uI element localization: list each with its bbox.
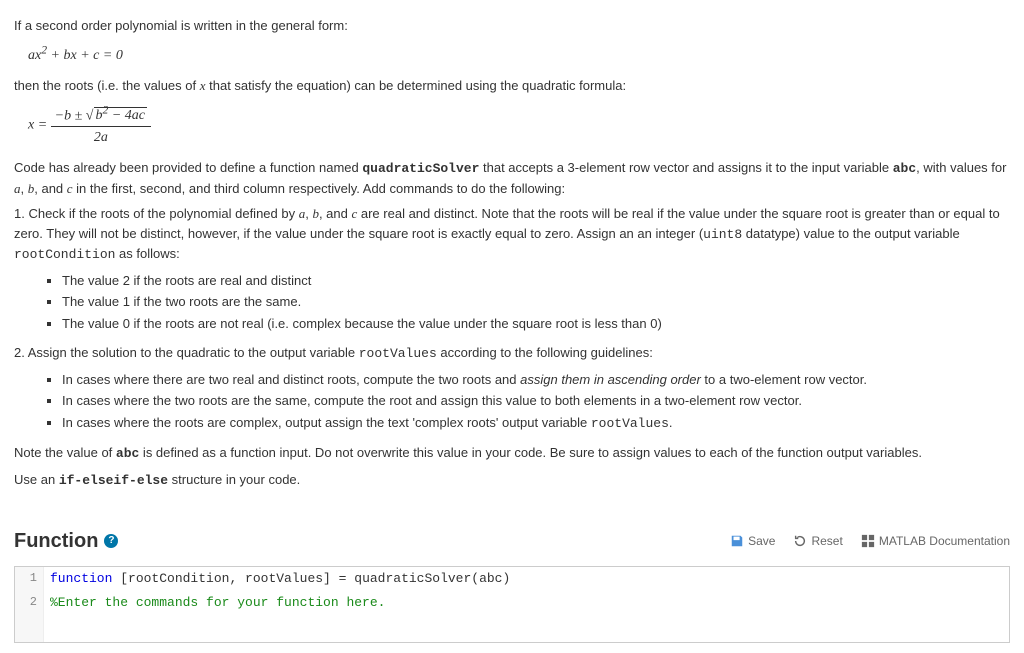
code-line[interactable]: 2 %Enter the commands for your function … bbox=[15, 591, 1009, 615]
use-structure: Use an if-elseif-else structure in your … bbox=[14, 470, 1010, 491]
list-item: In cases where the two roots are the sam… bbox=[62, 391, 1010, 411]
save-button[interactable]: Save bbox=[730, 532, 775, 550]
grid-icon bbox=[861, 534, 875, 548]
function-heading: Function ? bbox=[14, 526, 118, 556]
code-editor[interactable]: 1 function [rootCondition, rootValues] =… bbox=[14, 566, 1010, 643]
list-item: In cases where there are two real and di… bbox=[62, 370, 1010, 390]
action-bar: Save Reset MATLAB Documentation bbox=[730, 532, 1010, 550]
intro-line-1: If a second order polynomial is written … bbox=[14, 16, 1010, 36]
bullet-list-2: In cases where there are two real and di… bbox=[14, 370, 1010, 434]
question-1: 1. Check if the roots of the polynomial … bbox=[14, 204, 1010, 265]
equation-quadratic-formula: x = −b ± √b2 − 4ac 2a bbox=[28, 102, 1010, 149]
question-2: 2. Assign the solution to the quadratic … bbox=[14, 343, 1010, 364]
function-section-header: Function ? Save Reset MATLAB Documentati… bbox=[14, 526, 1010, 556]
list-item: The value 1 if the two roots are the sam… bbox=[62, 292, 1010, 312]
line-number: 2 bbox=[15, 591, 44, 615]
matlab-doc-link[interactable]: MATLAB Documentation bbox=[861, 532, 1010, 550]
paragraph-code-provided: Code has already been provided to define… bbox=[14, 158, 1010, 198]
code-line[interactable]: 1 function [rootCondition, rootValues] =… bbox=[15, 567, 1009, 591]
intro-line-2: then the roots (i.e. the values of x tha… bbox=[14, 76, 1010, 96]
bullet-list-1: The value 2 if the roots are real and di… bbox=[14, 271, 1010, 334]
line-number: 1 bbox=[15, 567, 44, 591]
list-item: In cases where the roots are complex, ou… bbox=[62, 413, 1010, 434]
equation-polynomial: ax2 + bx + c = 0 bbox=[28, 42, 1010, 67]
reset-icon bbox=[793, 534, 807, 548]
reset-button[interactable]: Reset bbox=[793, 532, 842, 550]
note-abc: Note the value of abc is defined as a fu… bbox=[14, 443, 1010, 464]
save-icon bbox=[730, 534, 744, 548]
help-icon[interactable]: ? bbox=[104, 534, 118, 548]
list-item: The value 0 if the roots are not real (i… bbox=[62, 314, 1010, 334]
list-item: The value 2 if the roots are real and di… bbox=[62, 271, 1010, 291]
